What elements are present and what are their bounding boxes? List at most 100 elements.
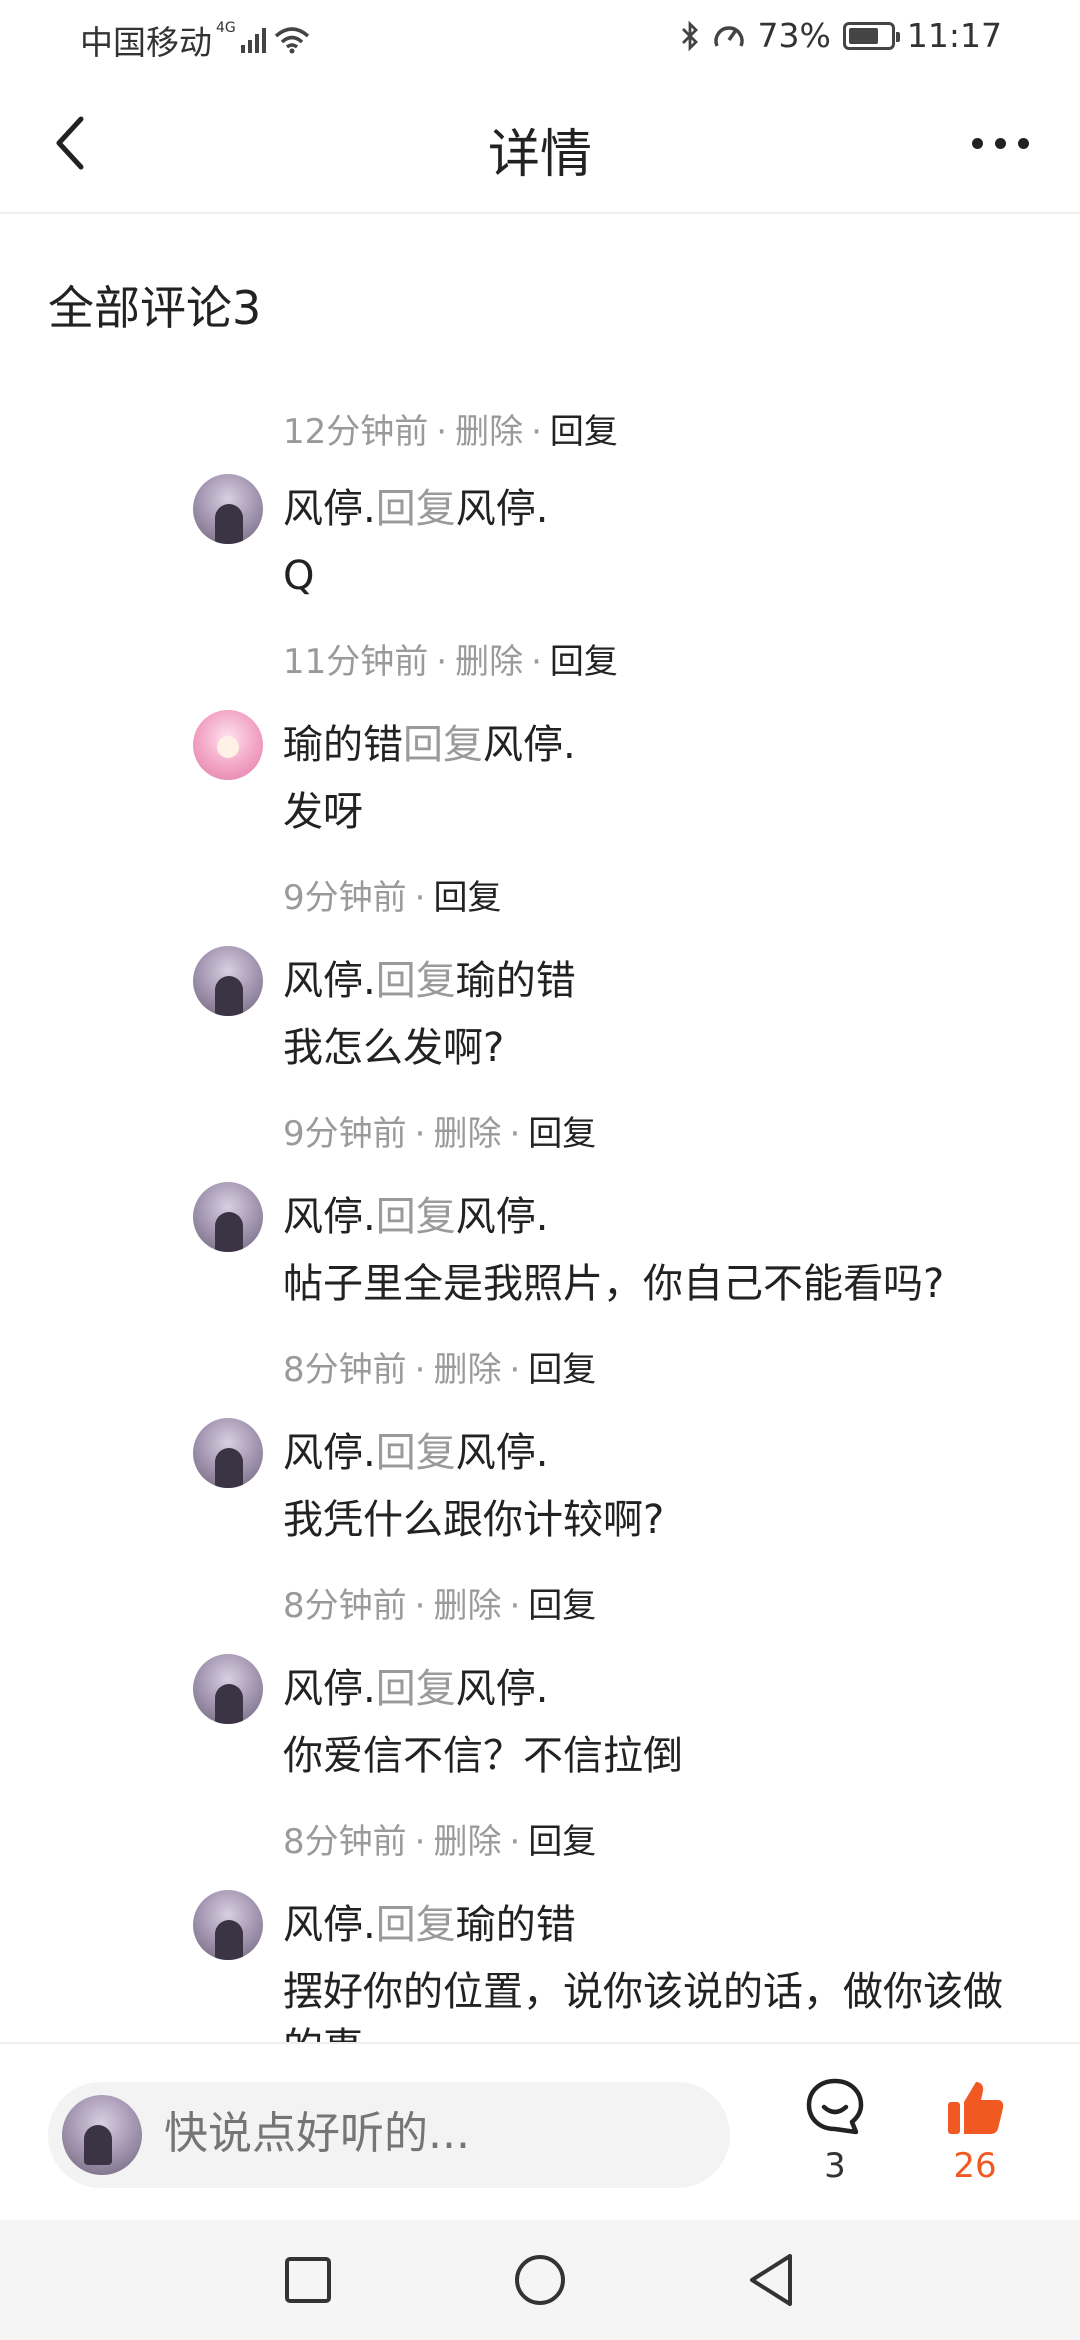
- back-nav-button[interactable]: [742, 2250, 802, 2310]
- status-right: 73% 11:17: [680, 16, 1002, 55]
- comment-input-container[interactable]: [48, 2082, 730, 2188]
- battery-icon: [842, 21, 900, 50]
- comment-text: 发呀: [283, 789, 363, 835]
- network-type: 4G: [216, 20, 236, 36]
- reply-target[interactable]: 风停.: [456, 1666, 549, 1712]
- comment-meta: 8分钟前 · 删除 · 回复: [283, 1822, 597, 1862]
- more-dot-icon: [994, 137, 1006, 149]
- status-left: 中国移动 4G: [80, 16, 310, 64]
- reply-link[interactable]: 回复: [528, 1350, 596, 1390]
- reply-target[interactable]: 风停.: [456, 486, 549, 532]
- comment-author[interactable]: 瑜的错: [283, 722, 403, 768]
- comment-meta: 9分钟前 · 回复: [283, 878, 502, 918]
- avatar[interactable]: [193, 474, 263, 544]
- reply-target[interactable]: 风停.: [483, 722, 576, 768]
- reply-word: 回复: [403, 722, 483, 768]
- comment-author[interactable]: 风停.: [283, 486, 376, 532]
- avatar[interactable]: [193, 1182, 263, 1252]
- bluetooth-icon: [681, 20, 698, 51]
- avatar[interactable]: [193, 946, 263, 1016]
- reply-link[interactable]: 回复: [550, 412, 618, 452]
- comment-meta: 11分钟前 · 删除 · 回复: [283, 642, 618, 682]
- avatar[interactable]: [193, 1654, 263, 1724]
- comment-header: 风停.回复瑜的错: [283, 1892, 576, 1950]
- reply-target[interactable]: 瑜的错: [456, 1902, 576, 1948]
- battery-level: [848, 27, 879, 44]
- system-nav-bar: [0, 2220, 1080, 2340]
- comment-time: 8分钟前: [283, 1350, 407, 1390]
- reply-word: 回复: [375, 1430, 456, 1476]
- signal-icon: [240, 28, 266, 53]
- comment-text: 我凭什么跟你计较啊?: [283, 1497, 665, 1543]
- comment-header: 风停.回复风停.: [283, 1420, 548, 1478]
- reply-target[interactable]: 风停.: [456, 1430, 549, 1476]
- wifi-icon: [274, 27, 309, 54]
- reply-link[interactable]: 回复: [528, 1586, 596, 1626]
- comment-meta: 9分钟前 · 删除 · 回复: [283, 1114, 597, 1154]
- comment-count: 3: [824, 2146, 846, 2186]
- reply-target[interactable]: 风停.: [456, 1194, 549, 1240]
- reply-link[interactable]: 回复: [528, 1114, 596, 1154]
- comment-meta: 12分钟前 · 删除 · 回复: [283, 412, 618, 452]
- comment-author[interactable]: 风停.: [283, 1902, 376, 1948]
- delete-link[interactable]: 删除: [433, 1350, 501, 1390]
- comment-header: 瑜的错回复风停.: [283, 712, 576, 770]
- recent-apps-icon: [285, 2257, 331, 2303]
- comment-text: Q: [283, 553, 315, 599]
- comment-text: 你爱信不信？不信拉倒: [283, 1733, 683, 1779]
- battery-percent: 73%: [757, 16, 831, 55]
- delete-link[interactable]: 删除: [433, 1822, 501, 1862]
- thumbs-up-icon: [948, 2082, 1004, 2134]
- more-dot-icon: [1017, 137, 1029, 149]
- more-button[interactable]: [960, 118, 1040, 168]
- comment-author[interactable]: 风停.: [283, 1666, 376, 1712]
- delete-link[interactable]: 删除: [433, 1586, 501, 1626]
- my-avatar: [62, 2095, 142, 2175]
- carrier-label: 中国移动: [80, 23, 212, 62]
- comment-header: 风停.回复风停.: [283, 476, 548, 534]
- comment-time: 11分钟前: [283, 642, 429, 682]
- comment-meta: 8分钟前 · 删除 · 回复: [283, 1350, 597, 1390]
- nav-bar: 详情: [0, 72, 1080, 214]
- avatar[interactable]: [193, 1418, 263, 1488]
- reply-link[interactable]: 回复: [528, 1822, 596, 1862]
- reply-word: 回复: [375, 1902, 456, 1948]
- back-icon: [750, 2254, 792, 2306]
- comment-time: 9分钟前: [283, 1114, 407, 1154]
- reply-word: 回复: [375, 1666, 456, 1712]
- recent-apps-button[interactable]: [278, 2250, 338, 2310]
- comment-header: 风停.回复风停.: [283, 1656, 548, 1714]
- reply-word: 回复: [375, 1194, 456, 1240]
- comment-time: 12分钟前: [283, 412, 429, 452]
- avatar[interactable]: [193, 1890, 263, 1960]
- comment-time: 9分钟前: [283, 878, 407, 918]
- comment-input[interactable]: [164, 2108, 704, 2159]
- reply-target[interactable]: 瑜的错: [456, 958, 576, 1004]
- comment-author[interactable]: 风停.: [283, 958, 376, 1004]
- delete-link[interactable]: 删除: [455, 642, 523, 682]
- reply-link[interactable]: 回复: [433, 878, 501, 918]
- delete-link[interactable]: 删除: [455, 412, 523, 452]
- comment-header: 风停.回复瑜的错: [283, 948, 576, 1006]
- comment-author[interactable]: 风停.: [283, 1194, 376, 1240]
- like-button[interactable]: 26: [925, 2072, 1025, 2202]
- comment-text: 帖子里全是我照片，你自己不能看吗?: [283, 1261, 945, 1307]
- comments-button[interactable]: 3: [785, 2072, 885, 2202]
- more-dot-icon: [971, 137, 983, 149]
- home-icon: [515, 2255, 565, 2305]
- comment-author[interactable]: 风停.: [283, 1430, 376, 1476]
- avatar[interactable]: [193, 710, 263, 780]
- clock: 11:17: [906, 16, 1002, 55]
- home-button[interactable]: [510, 2250, 570, 2310]
- reply-link[interactable]: 回复: [550, 642, 618, 682]
- reply-word: 回复: [375, 486, 456, 532]
- delete-link[interactable]: 删除: [433, 1114, 501, 1154]
- comment-bar: 3 26: [0, 2042, 1080, 2220]
- status-bar: 中国移动 4G 73% 11:17: [0, 0, 1080, 72]
- comment-meta: 8分钟前 · 删除 · 回复: [283, 1586, 597, 1626]
- comment-time: 8分钟前: [283, 1586, 407, 1626]
- comment-bubble-icon: [806, 2078, 864, 2135]
- speed-gauge-icon: [713, 25, 744, 47]
- comments-section-title: 全部评论3: [48, 281, 262, 335]
- comment-text: 我怎么发啊?: [283, 1025, 505, 1071]
